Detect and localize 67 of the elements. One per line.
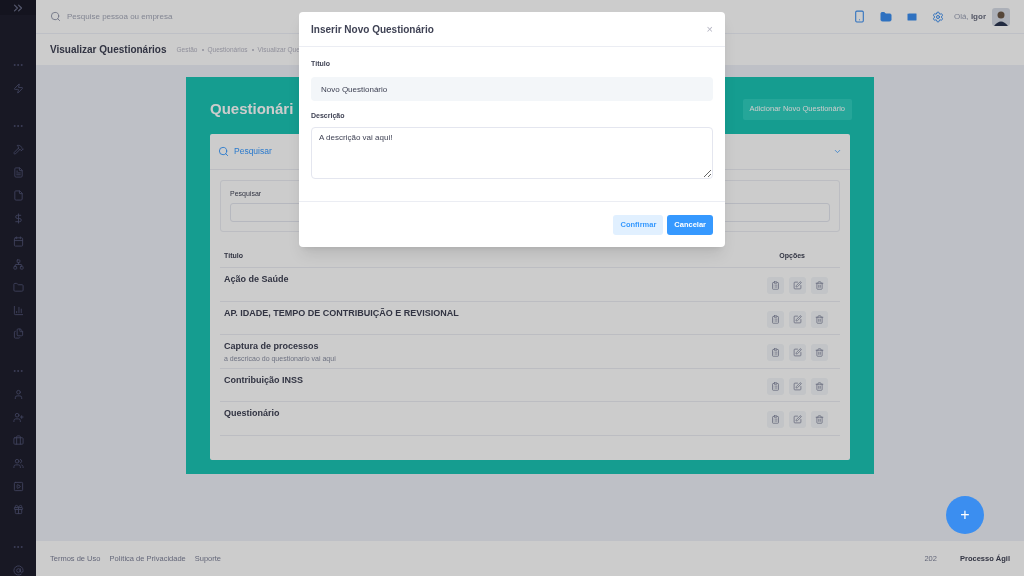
delete-icon <box>815 348 824 357</box>
file-icon[interactable] <box>12 190 24 201</box>
description-textarea[interactable]: A descrição vai aqui! <box>311 126 713 179</box>
folder-icon[interactable] <box>12 282 24 293</box>
folder-icon[interactable] <box>880 10 892 23</box>
questionnaire-title: AP. IDADE, TEMPO DE CONTRIBUIÇÃO E REVISIONAL <box>224 306 459 320</box>
clipboard-icon <box>771 348 780 357</box>
lightning-icon[interactable] <box>12 83 24 94</box>
questionnaire-title: Contribuição INSS <box>224 373 303 387</box>
delete-button[interactable] <box>811 310 828 328</box>
briefcase-icon[interactable] <box>12 435 24 446</box>
edit-icon <box>793 415 802 424</box>
gift-icon[interactable] <box>12 504 24 515</box>
close-button[interactable]: × <box>706 20 713 38</box>
calendar-icon[interactable] <box>12 236 24 247</box>
users-icon[interactable] <box>12 458 24 469</box>
settings-icon[interactable] <box>932 10 944 23</box>
user-greeting: Olá, Igor <box>954 10 986 23</box>
edit-icon <box>793 314 802 324</box>
edit-button[interactable] <box>789 277 806 294</box>
clipboard-icon <box>771 314 780 324</box>
delete-button[interactable] <box>811 344 828 361</box>
document-icon[interactable] <box>12 167 24 178</box>
edit-icon <box>793 381 802 391</box>
clipboard-button[interactable] <box>767 411 784 428</box>
edit-button[interactable] <box>789 411 806 428</box>
search-icon <box>218 146 229 157</box>
title-input[interactable]: Novo Questionário <box>311 77 713 101</box>
clipboard-icon <box>771 415 780 424</box>
at-sign-icon[interactable] <box>12 565 24 576</box>
questionnaire-title: Ação de Saúde <box>224 273 289 286</box>
chart-icon[interactable] <box>12 305 24 316</box>
files-icon[interactable] <box>12 328 24 339</box>
dollar-icon[interactable] <box>12 213 24 224</box>
edit-button[interactable] <box>789 310 806 328</box>
clipboard-icon <box>771 381 780 391</box>
modal-title: Inserir Novo Questionário <box>311 22 434 37</box>
network-icon[interactable] <box>12 259 24 270</box>
search-icon <box>50 11 61 22</box>
questionnaire-title: Captura de processos <box>224 340 320 353</box>
edit-icon <box>793 281 802 290</box>
questionnaire-title: Questionário <box>224 407 280 420</box>
delete-icon <box>815 314 824 324</box>
phone-icon[interactable] <box>853 10 866 23</box>
clipboard-icon <box>771 281 780 290</box>
clipboard-button[interactable] <box>767 377 784 395</box>
clipboard-button[interactable] <box>767 277 784 294</box>
page-title: Visualizar Questionários <box>50 43 167 57</box>
add-fab[interactable]: + <box>946 496 984 534</box>
delete-button[interactable] <box>811 377 828 395</box>
gavel-icon[interactable] <box>12 144 24 155</box>
clipboard-button[interactable] <box>767 344 784 361</box>
delete-button[interactable] <box>811 411 828 428</box>
delete-icon <box>815 415 824 424</box>
delete-icon <box>815 281 824 290</box>
expand-button[interactable] <box>0 0 36 15</box>
user-icon[interactable] <box>12 389 24 400</box>
clipboard-button[interactable] <box>767 310 784 328</box>
panel-title: Questionári <box>210 98 294 119</box>
mail-icon[interactable] <box>906 10 918 23</box>
delete-icon <box>815 381 824 391</box>
media-icon[interactable] <box>12 481 24 492</box>
edit-button[interactable] <box>789 344 806 361</box>
delete-button[interactable] <box>811 277 828 294</box>
user-plus-icon[interactable] <box>12 412 24 423</box>
edit-icon <box>793 348 802 357</box>
edit-button[interactable] <box>789 377 806 395</box>
